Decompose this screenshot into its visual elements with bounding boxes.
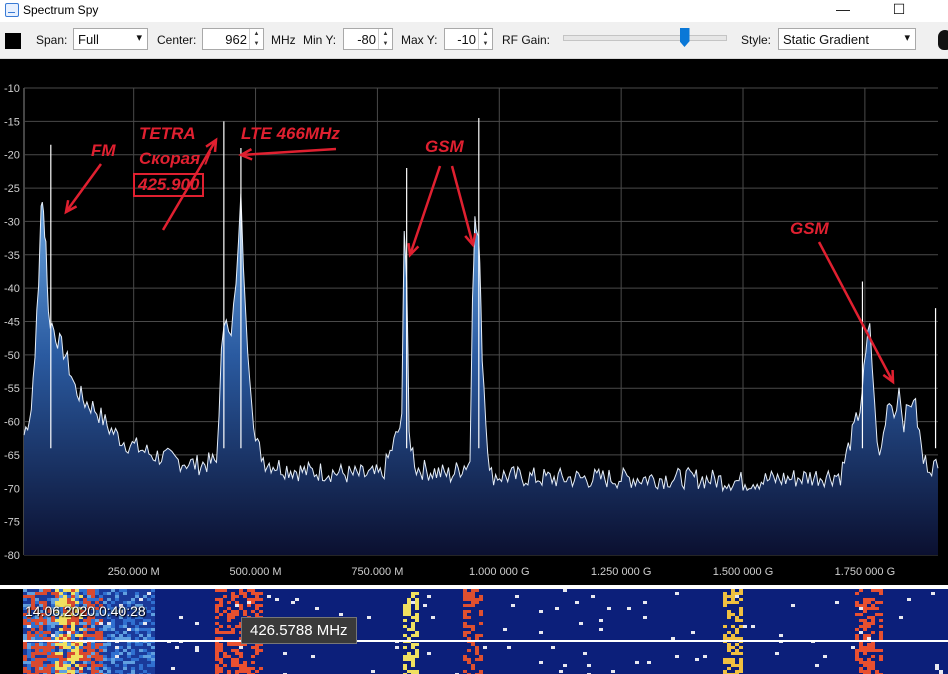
chevron-down-icon: ▾ [904, 32, 910, 44]
chevron-down-icon: ▾ [136, 32, 142, 44]
style-value: Static Gradient [783, 32, 869, 47]
x-tick-label: 1.000 000 G [469, 566, 530, 578]
span-value: Full [78, 32, 99, 47]
y-tick-label: -25 [4, 183, 20, 195]
y-tick-label: -40 [4, 283, 20, 295]
annotation-lte: LTE 466MHz [241, 124, 340, 143]
maximize-button[interactable]: ☐ [876, 0, 922, 22]
style-select[interactable]: Static Gradient ▾ [778, 28, 916, 50]
title-bar: Spectrum Spy — ☐ [0, 0, 948, 22]
x-tick-label: 500.000 M [230, 566, 282, 578]
y-tick-label: -80 [4, 550, 20, 562]
annotation-gsm-1: GSM [425, 137, 464, 156]
y-tick-label: -30 [4, 216, 20, 228]
rfgain-label: RF Gain: [502, 33, 551, 47]
waterfall-canvas [23, 589, 948, 674]
spin-arrows-icon[interactable]: ▲ ▼ [478, 29, 492, 49]
spin-arrows-icon[interactable]: ▲ ▼ [249, 29, 263, 49]
rfgain-slider[interactable] [563, 35, 727, 41]
miny-label: Min Y: [303, 33, 337, 47]
annotation-freq-box: 425.900 [133, 173, 205, 197]
annotation-skoraya: Скорая / [139, 149, 210, 168]
y-tick-label: -20 [4, 150, 20, 162]
x-tick-label: 750.000 M [351, 566, 403, 578]
x-tick-label: 1.250 000 G [591, 566, 652, 578]
y-tick-label: -70 [4, 483, 20, 495]
toolbar: Span: Full ▾ Center: 962 ▲ ▼ MHz Min Y: -… [0, 22, 948, 59]
annotation-arrow [450, 165, 475, 246]
cursor-frequency-tooltip: 426.5788 MHz [241, 617, 357, 644]
center-label: Center: [157, 33, 197, 47]
miny-input[interactable]: -80 ▲ ▼ [343, 28, 393, 50]
spin-arrows-icon[interactable]: ▲ ▼ [378, 29, 392, 49]
minimize-button[interactable]: — [820, 0, 866, 22]
center-unit: MHz [271, 33, 296, 47]
annotation-arrow [408, 165, 442, 256]
y-tick-label: -60 [4, 417, 20, 429]
app-icon [5, 3, 19, 17]
annotation-fm: FM [91, 141, 116, 160]
y-tick-label: -15 [4, 116, 20, 128]
annotation-tetra: TETRA [139, 124, 196, 143]
y-tick-label: -45 [4, 317, 20, 329]
x-tick-label: 1.500 000 G [713, 566, 774, 578]
span-select[interactable]: Full ▾ [73, 28, 148, 50]
color-square-icon[interactable] [5, 33, 21, 49]
y-tick-label: -35 [4, 250, 20, 262]
window-title: Spectrum Spy [23, 3, 99, 17]
waterfall-timestamp: 14.06.2020 0:40:28 [25, 603, 146, 619]
annotation-gsm-2: GSM [790, 219, 829, 238]
x-tick-label: 1.750 000 G [835, 566, 896, 578]
y-tick-label: -55 [4, 383, 20, 395]
center-input[interactable]: 962 ▲ ▼ [202, 28, 264, 50]
miny-value: -80 [357, 32, 376, 47]
y-tick-label: -65 [4, 450, 20, 462]
x-tick-label: 250.000 M [108, 566, 160, 578]
rfgain-slider-thumb[interactable] [679, 28, 690, 47]
mouse-icon[interactable] [938, 30, 948, 50]
maxy-label: Max Y: [401, 33, 438, 47]
y-tick-label: -10 [4, 83, 20, 95]
maxy-value: -10 [457, 32, 476, 47]
y-tick-label: -50 [4, 350, 20, 362]
span-label: Span: [36, 33, 68, 47]
maxy-input[interactable]: -10 ▲ ▼ [444, 28, 493, 50]
waterfall-display[interactable] [23, 589, 948, 674]
style-label: Style: [741, 33, 772, 47]
spectrum-fill [24, 193, 938, 555]
annotation-arrow [817, 241, 895, 383]
center-value: 962 [225, 32, 247, 47]
y-tick-label: -75 [4, 517, 20, 529]
